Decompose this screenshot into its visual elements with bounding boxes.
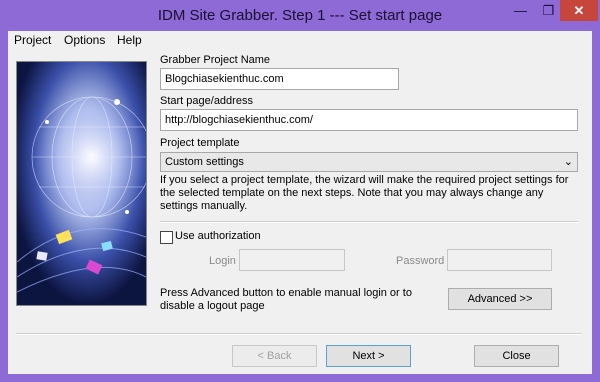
wizard-artwork <box>16 61 147 306</box>
project-name-label: Grabber Project Name <box>160 54 271 66</box>
password-input[interactable] <box>447 249 552 271</box>
menu-help[interactable]: Help <box>117 33 142 47</box>
app-window: IDM Site Grabber. Step 1 --- Set start p… <box>0 0 600 382</box>
login-input[interactable] <box>239 249 345 271</box>
login-label: Login <box>209 255 236 267</box>
next-button[interactable]: Next > <box>326 345 411 367</box>
menu-bar: Project Options Help <box>8 31 592 49</box>
advanced-help-text: Press Advanced button to enable manual l… <box>160 287 412 312</box>
use-authorization-label[interactable]: Use authorization <box>175 230 261 242</box>
project-name-input[interactable]: Blogchiasekienthuc.com <box>160 68 399 90</box>
advanced-button[interactable]: Advanced >> <box>448 288 552 310</box>
close-button[interactable]: Close <box>474 345 559 367</box>
template-selected-value: Custom settings <box>165 156 244 168</box>
template-label: Project template <box>160 137 240 149</box>
dialog-client: Project Options Help Grabber Project Nam… <box>8 31 592 374</box>
footer-divider <box>16 333 582 335</box>
back-button[interactable]: < Back <box>232 345 317 367</box>
close-window-button[interactable]: ✕ <box>560 0 598 21</box>
template-select[interactable]: Custom settings ⌄ <box>160 152 578 172</box>
password-label: Password <box>396 255 445 267</box>
start-page-input[interactable]: http://blogchiasekienthuc.com/ <box>160 109 578 131</box>
minimize-button[interactable]: — <box>505 0 536 21</box>
start-page-label: Start page/address <box>160 95 253 107</box>
use-authorization-checkbox[interactable] <box>160 231 173 244</box>
title-bar[interactable]: IDM Site Grabber. Step 1 --- Set start p… <box>0 0 600 31</box>
section-divider <box>160 221 578 223</box>
globe-artwork-image <box>17 62 146 305</box>
menu-project[interactable]: Project <box>14 33 51 47</box>
menu-options[interactable]: Options <box>64 33 105 47</box>
chevron-down-icon: ⌄ <box>563 156 573 168</box>
template-help-text: If you select a project template, the wi… <box>160 174 569 212</box>
